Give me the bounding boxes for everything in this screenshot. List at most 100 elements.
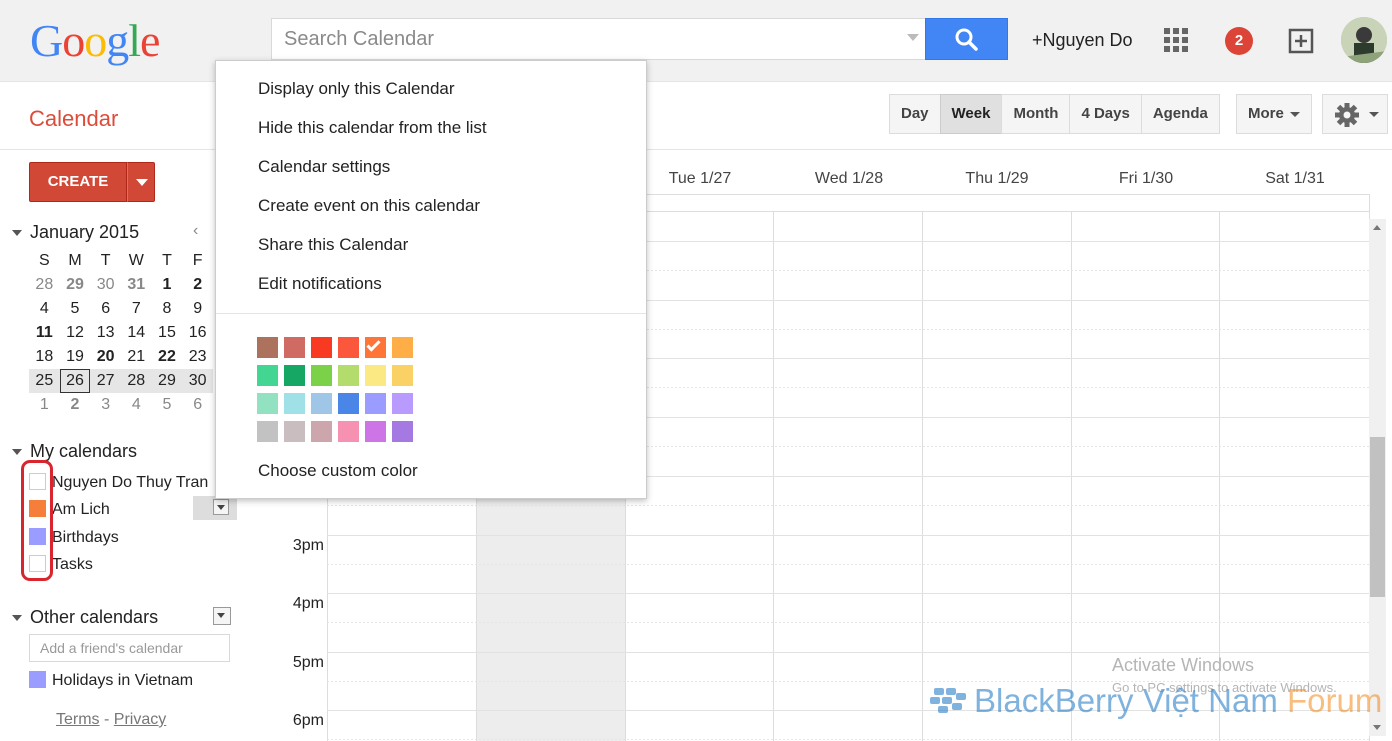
- calendar-options-dropdown[interactable]: [193, 496, 237, 520]
- color-swatch[interactable]: [257, 337, 278, 358]
- color-swatch[interactable]: [338, 365, 359, 386]
- color-swatch[interactable]: [311, 393, 332, 414]
- mini-calendar-day[interactable]: 5: [60, 297, 91, 321]
- mini-calendar-day[interactable]: 12: [60, 321, 91, 345]
- mini-calendar-day[interactable]: 30: [182, 369, 213, 393]
- view-button-agenda[interactable]: Agenda: [1140, 94, 1220, 134]
- mini-calendar-day[interactable]: 16: [182, 321, 213, 345]
- mini-calendar-day[interactable]: 2: [60, 393, 91, 417]
- mini-calendar-day[interactable]: 1: [29, 393, 60, 417]
- color-swatch[interactable]: [311, 337, 332, 358]
- search-options-dropdown[interactable]: [907, 34, 919, 41]
- color-swatch[interactable]: [365, 337, 386, 358]
- color-swatch[interactable]: [284, 421, 305, 442]
- mini-calendar-day[interactable]: 13: [90, 321, 121, 345]
- mini-calendar-day[interactable]: 25: [29, 369, 60, 393]
- avatar[interactable]: [1341, 17, 1387, 63]
- mini-calendar-day[interactable]: 31: [121, 273, 152, 297]
- day-header[interactable]: Thu 1/29: [923, 170, 1071, 188]
- mini-calendar-day[interactable]: 6: [90, 297, 121, 321]
- share-calendar-item[interactable]: Share this Calendar: [258, 235, 408, 255]
- mini-calendar-day[interactable]: 1: [152, 273, 183, 297]
- mini-calendar-day[interactable]: 19: [60, 345, 91, 369]
- mini-calendar-day[interactable]: 27: [90, 369, 121, 393]
- scroll-down-icon[interactable]: [1373, 725, 1381, 730]
- privacy-link[interactable]: Privacy: [114, 711, 166, 728]
- color-swatch[interactable]: [365, 421, 386, 442]
- color-swatch[interactable]: [257, 393, 278, 414]
- apps-grid-icon[interactable]: [1164, 28, 1188, 52]
- app-title[interactable]: Calendar: [29, 106, 118, 132]
- color-swatch[interactable]: [284, 393, 305, 414]
- color-swatch[interactable]: [311, 365, 332, 386]
- share-plus-icon[interactable]: [1288, 26, 1316, 54]
- color-swatch[interactable]: [338, 393, 359, 414]
- mini-calendar-day[interactable]: 20: [90, 345, 121, 369]
- add-friend-calendar-input[interactable]: [29, 634, 230, 662]
- mini-calendar-day[interactable]: 15: [152, 321, 183, 345]
- choose-custom-color-item[interactable]: Choose custom color: [258, 461, 418, 481]
- user-profile-link[interactable]: +Nguyen Do: [1032, 30, 1133, 51]
- mini-calendar-day[interactable]: 2: [182, 273, 213, 297]
- color-swatch[interactable]: [392, 337, 413, 358]
- create-button[interactable]: CREATE: [29, 162, 127, 202]
- google-logo[interactable]: Google: [30, 14, 160, 67]
- color-swatch[interactable]: [392, 365, 413, 386]
- color-swatch[interactable]: [284, 365, 305, 386]
- color-swatch[interactable]: [257, 365, 278, 386]
- view-button-month[interactable]: Month: [1001, 94, 1071, 134]
- more-button[interactable]: More: [1236, 94, 1312, 134]
- search-button[interactable]: [925, 18, 1008, 60]
- color-swatch[interactable]: [257, 421, 278, 442]
- mini-calendar-day[interactable]: 4: [29, 297, 60, 321]
- day-header[interactable]: Sat 1/31: [1221, 170, 1369, 188]
- create-dropdown-button[interactable]: [127, 162, 155, 202]
- my-calendars-header[interactable]: My calendars: [12, 441, 137, 462]
- mini-calendar-day[interactable]: 28: [29, 273, 60, 297]
- mini-calendar-day[interactable]: 11: [29, 321, 60, 345]
- create-event-item[interactable]: Create event on this calendar: [258, 196, 480, 216]
- scroll-up-icon[interactable]: [1373, 225, 1381, 230]
- calendar-item[interactable]: Nguyen Do Thuy Tran: [29, 473, 208, 493]
- terms-link[interactable]: Terms: [56, 711, 100, 728]
- color-swatch[interactable]: [338, 421, 359, 442]
- mini-calendar-day[interactable]: 18: [29, 345, 60, 369]
- edit-notifications-item[interactable]: Edit notifications: [258, 274, 382, 294]
- view-button-day[interactable]: Day: [889, 94, 941, 134]
- color-swatch[interactable]: [338, 337, 359, 358]
- mini-calendar-day[interactable]: 5: [152, 393, 183, 417]
- day-header[interactable]: Wed 1/28: [775, 170, 923, 188]
- display-only-this-calendar-item[interactable]: Display only this Calendar: [258, 79, 455, 99]
- grid-scrollbar[interactable]: [1369, 219, 1386, 736]
- mini-calendar-header[interactable]: January 2015: [12, 222, 139, 243]
- mini-calendar-day[interactable]: 6: [182, 393, 213, 417]
- view-button-4-days[interactable]: 4 Days: [1069, 94, 1142, 134]
- color-swatch[interactable]: [392, 421, 413, 442]
- other-calendars-dropdown[interactable]: [213, 607, 231, 625]
- day-header[interactable]: Fri 1/30: [1072, 170, 1220, 188]
- mini-calendar-day[interactable]: 9: [182, 297, 213, 321]
- mini-calendar-day[interactable]: 22: [152, 345, 183, 369]
- mini-calendar-day[interactable]: 21: [121, 345, 152, 369]
- mini-calendar-day[interactable]: 29: [151, 369, 183, 393]
- calendar-color-swatch[interactable]: [29, 671, 46, 688]
- mini-calendar-day[interactable]: 29: [60, 273, 91, 297]
- hide-calendar-item[interactable]: Hide this calendar from the list: [258, 118, 487, 138]
- notifications-badge[interactable]: 2: [1225, 27, 1253, 55]
- mini-calendar-day[interactable]: 30: [90, 273, 121, 297]
- mini-calendar-day[interactable]: 4: [121, 393, 152, 417]
- color-swatch[interactable]: [284, 337, 305, 358]
- color-swatch[interactable]: [365, 365, 386, 386]
- mini-calendar-day[interactable]: 14: [121, 321, 152, 345]
- search-input[interactable]: [272, 19, 897, 59]
- scroll-thumb[interactable]: [1370, 437, 1385, 597]
- other-calendars-header[interactable]: Other calendars: [12, 607, 158, 628]
- mini-calendar-day[interactable]: 26: [59, 369, 91, 393]
- color-swatch[interactable]: [311, 421, 332, 442]
- mini-calendar-day[interactable]: 7: [121, 297, 152, 321]
- mini-calendar-day[interactable]: 8: [152, 297, 183, 321]
- all-day-row[interactable]: [626, 194, 1370, 212]
- settings-button[interactable]: [1322, 94, 1388, 134]
- color-swatch[interactable]: [392, 393, 413, 414]
- mini-calendar-day[interactable]: 28: [120, 369, 152, 393]
